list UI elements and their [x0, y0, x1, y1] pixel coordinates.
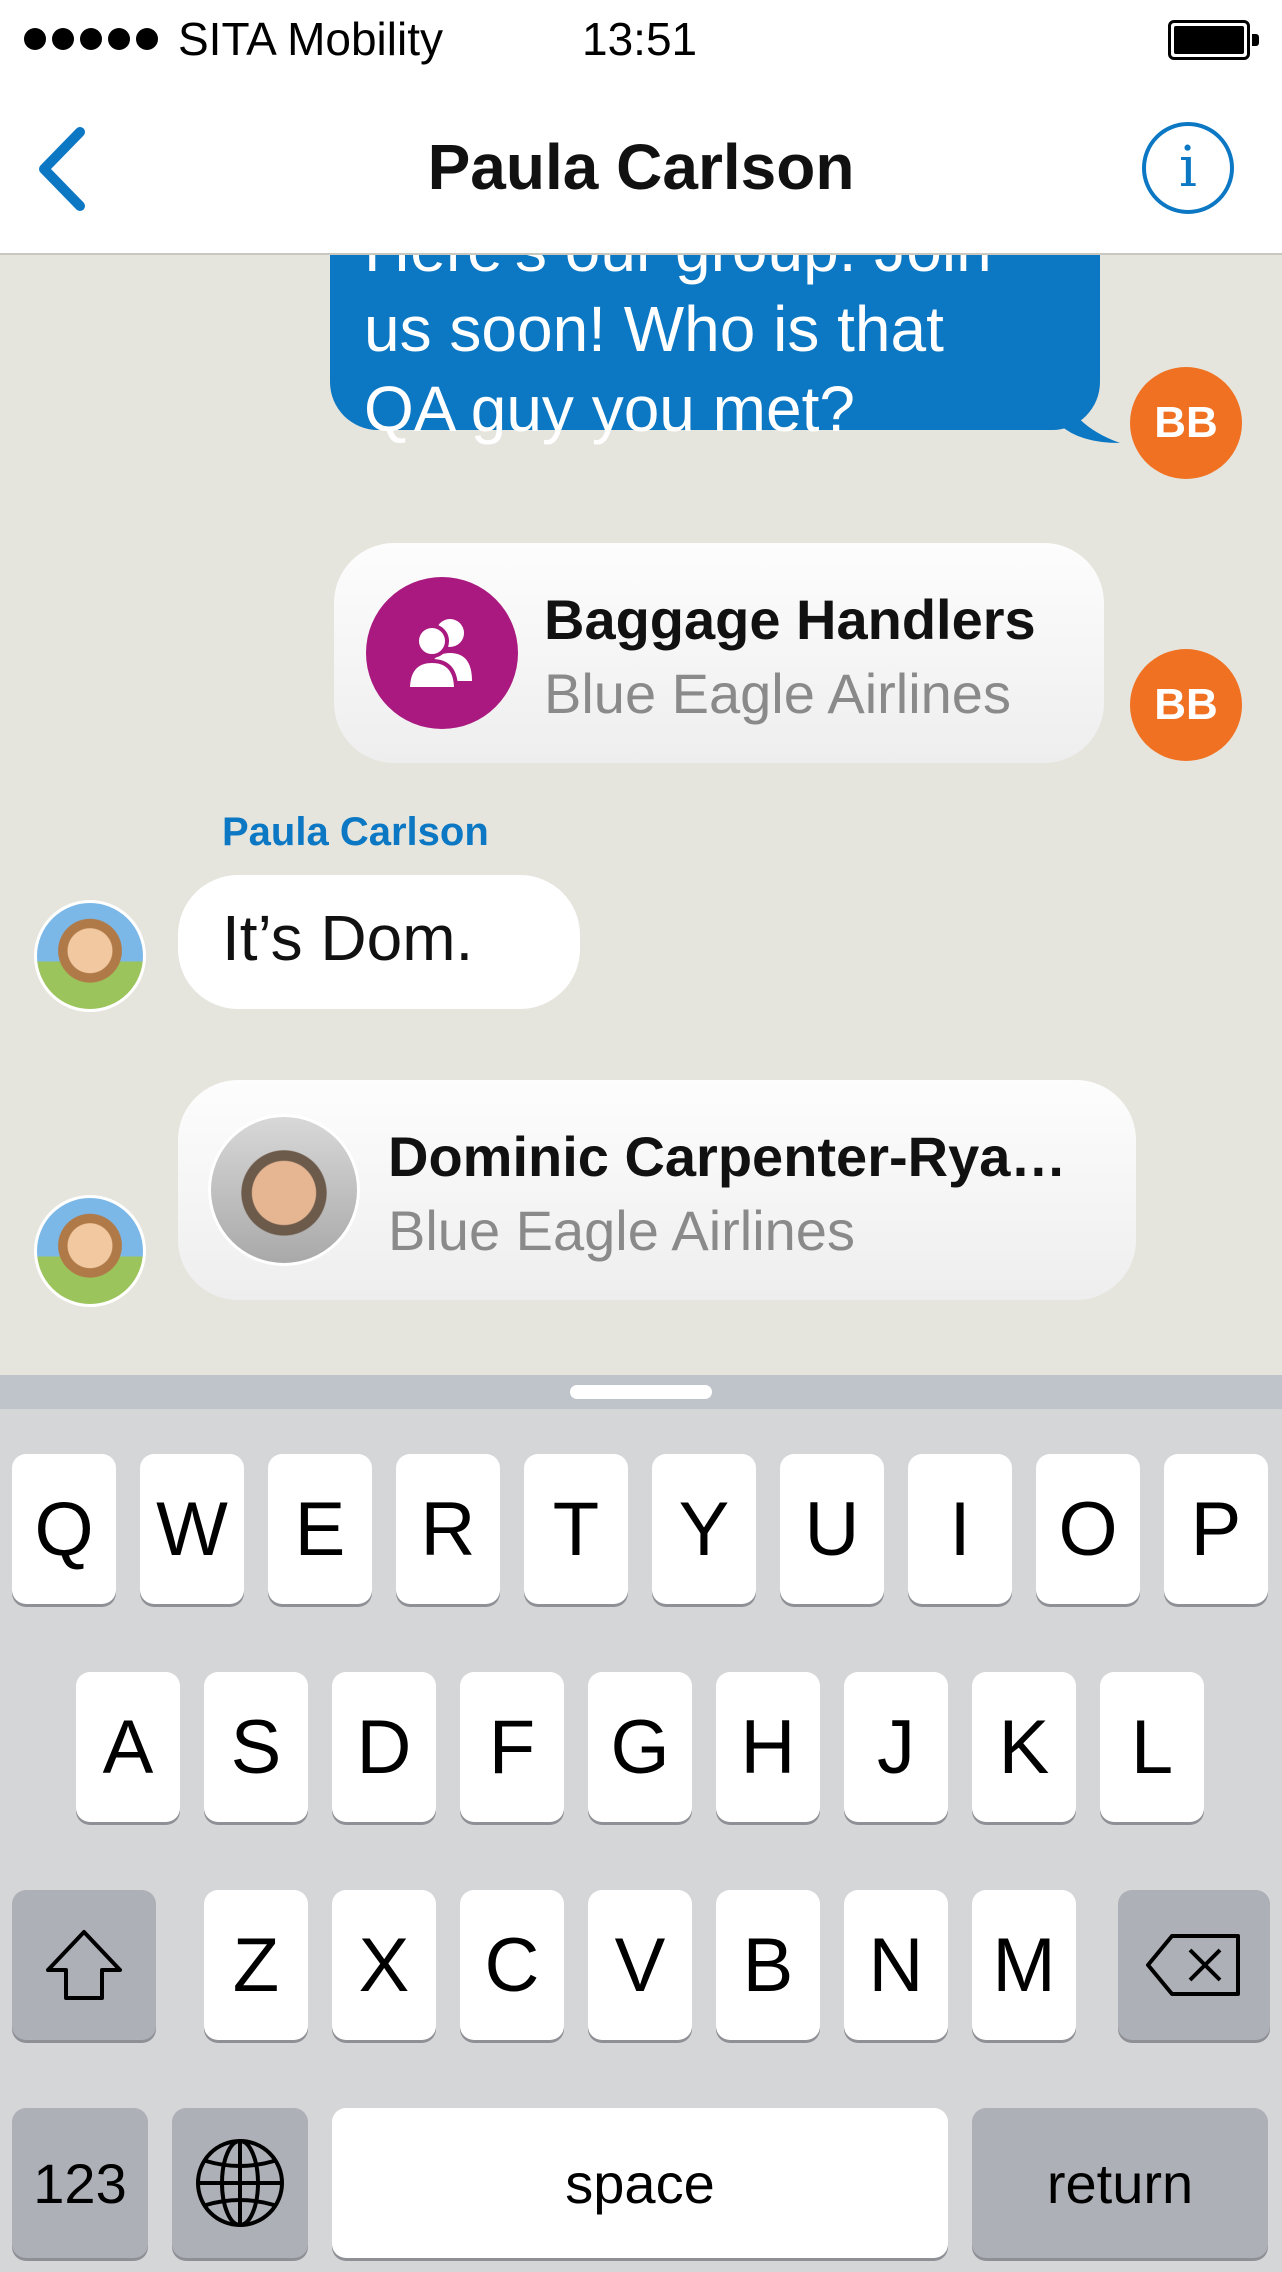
message-line: Here's our group. Join [364, 255, 1064, 289]
sender-name: Paula Carlson [222, 810, 489, 854]
key-t[interactable]: T [524, 1454, 628, 1604]
avatar[interactable] [34, 1195, 146, 1307]
status-time: 13:51 [582, 13, 698, 65]
group-organization: Blue Eagle Airlines [544, 662, 1011, 725]
globe-key[interactable] [172, 2108, 308, 2258]
info-icon[interactable]: i [1140, 120, 1236, 216]
keyboard: Q W E R T Y U I O P A S D F G H J K L Z … [0, 1409, 1282, 2272]
key-s[interactable]: S [204, 1672, 308, 1822]
globe-icon [196, 2139, 284, 2227]
key-q[interactable]: Q [12, 1454, 116, 1604]
group-card[interactable]: Baggage Handlers Blue Eagle Airlines [334, 543, 1104, 763]
key-k[interactable]: K [972, 1672, 1076, 1822]
status-bar: SITA Mobility 13:51 [0, 0, 1282, 80]
key-u[interactable]: U [780, 1454, 884, 1604]
key-j[interactable]: J [844, 1672, 948, 1822]
key-r[interactable]: R [396, 1454, 500, 1604]
return-key[interactable]: return [972, 2108, 1268, 2258]
key-w[interactable]: W [140, 1454, 244, 1604]
numbers-key[interactable]: 123 [12, 2108, 148, 2258]
key-g[interactable]: G [588, 1672, 692, 1822]
shift-key[interactable] [12, 1890, 156, 2040]
key-h[interactable]: H [716, 1672, 820, 1822]
group-icon [366, 577, 518, 729]
outgoing-message-bubble: Here's our group. Join us soon! Who is t… [330, 255, 1100, 445]
avatar[interactable]: BB [1130, 649, 1242, 761]
message-line: us soon! Who is that [364, 293, 944, 365]
signal-strength-icon [24, 28, 158, 50]
carrier-name: SITA Mobility [178, 13, 443, 65]
delete-key[interactable] [1118, 1890, 1270, 2040]
space-key[interactable]: space [332, 2108, 948, 2258]
avatar[interactable] [34, 900, 146, 1012]
key-c[interactable]: C [460, 1890, 564, 2040]
contact-organization: Blue Eagle Airlines [388, 1199, 855, 1262]
incoming-message-text: It’s Dom. [222, 902, 474, 974]
key-d[interactable]: D [332, 1672, 436, 1822]
contact-card[interactable]: Dominic Carpenter-Rya… Blue Eagle Airlin… [178, 1080, 1136, 1300]
key-e[interactable]: E [268, 1454, 372, 1604]
key-l[interactable]: L [1100, 1672, 1204, 1822]
contact-photo [208, 1114, 360, 1266]
key-z[interactable]: Z [204, 1890, 308, 2040]
key-y[interactable]: Y [652, 1454, 756, 1604]
outgoing-message-text: Here's our group. Join us soon! Who is t… [364, 255, 1064, 449]
backspace-icon [1146, 1934, 1240, 1996]
drag-handle[interactable] [570, 1385, 712, 1399]
key-o[interactable]: O [1036, 1454, 1140, 1604]
chat-area[interactable]: Here's our group. Join us soon! Who is t… [0, 255, 1282, 1375]
key-x[interactable]: X [332, 1890, 436, 2040]
conversation-title: Paula Carlson [427, 131, 855, 203]
battery-icon [1168, 20, 1259, 60]
group-name: Baggage Handlers [544, 588, 1036, 651]
svg-text:i: i [1179, 135, 1197, 200]
key-f[interactable]: F [460, 1672, 564, 1822]
contact-name: Dominic Carpenter-Rya… [388, 1125, 1067, 1188]
incoming-message-bubble: It’s Dom. [178, 875, 580, 1009]
keyboard-drag-bar[interactable] [0, 1375, 1282, 1409]
message-line: QA guy you met? [364, 373, 855, 445]
key-v[interactable]: V [588, 1890, 692, 2040]
key-i[interactable]: I [908, 1454, 1012, 1604]
key-n[interactable]: N [844, 1890, 948, 2040]
key-b[interactable]: B [716, 1890, 820, 2040]
navigation-bar: Paula Carlson i [0, 80, 1282, 255]
avatar[interactable]: BB [1130, 367, 1242, 479]
shift-icon [46, 1930, 122, 2000]
bubble-tail [1060, 385, 1120, 443]
key-a[interactable]: A [76, 1672, 180, 1822]
key-m[interactable]: M [972, 1890, 1076, 2040]
key-p[interactable]: P [1164, 1454, 1268, 1604]
